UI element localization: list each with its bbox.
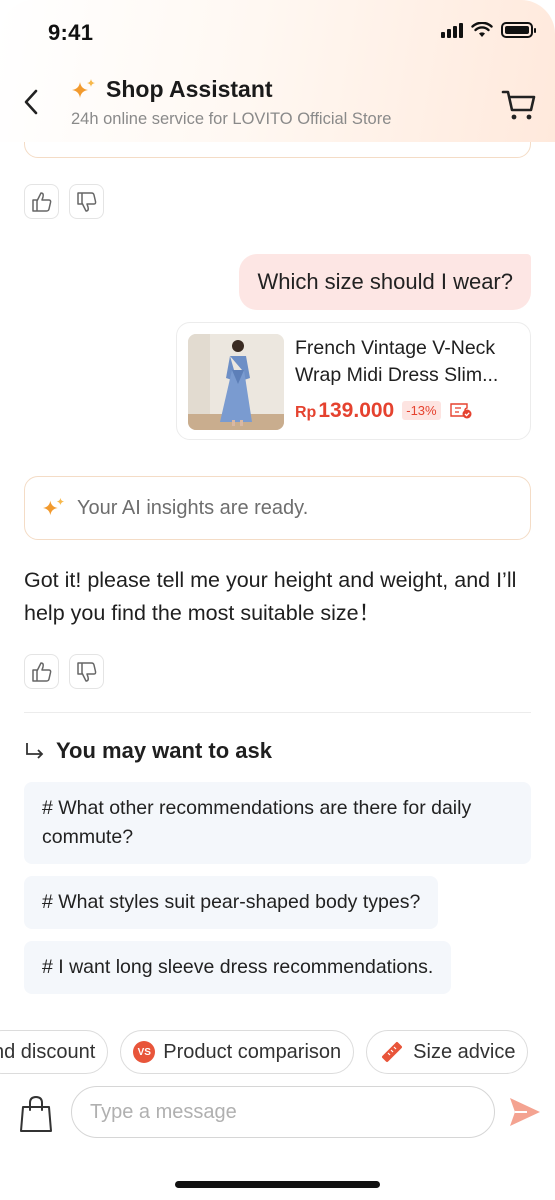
cart-icon xyxy=(501,90,536,120)
quick-action-discount[interactable]: nd discount xyxy=(0,1030,109,1074)
chat-screen: 9:41 Shop Assistant 24h online service f… xyxy=(0,0,555,1200)
sparkle-icon xyxy=(43,497,65,516)
product-name-line1: French Vintage V-Neck xyxy=(295,337,496,359)
back-button[interactable] xyxy=(14,84,48,120)
product-name-line2: Wrap Midi Dress Slim... xyxy=(295,364,499,386)
header: 9:41 Shop Assistant 24h online service f… xyxy=(0,0,555,142)
thumbs-up-button[interactable] xyxy=(24,184,59,219)
thumbs-up-icon xyxy=(31,191,51,212)
product-card[interactable]: French Vintage V-Neck Wrap Midi Dress Sl… xyxy=(176,322,531,440)
suggestions-header: You may want to ask xyxy=(24,738,272,764)
quick-actions: nd discount VS Product comparison Size a… xyxy=(0,1030,529,1074)
previous-message-bubble xyxy=(24,142,531,158)
sparkle-icon xyxy=(72,78,95,98)
divider xyxy=(24,712,531,713)
quick-action-label: nd discount xyxy=(0,1040,96,1063)
page-subtitle: 24h online service for LOVITO Official S… xyxy=(71,110,392,128)
feedback-row xyxy=(24,654,104,689)
price-currency: Rp xyxy=(295,404,317,421)
title-row: Shop Assistant xyxy=(70,76,273,103)
thumbs-up-icon xyxy=(31,661,51,682)
cart-button[interactable] xyxy=(499,84,539,124)
quick-action-product-comparison[interactable]: VS Product comparison xyxy=(120,1030,355,1074)
price-value: 139.000 xyxy=(318,399,395,422)
page-title: Shop Assistant xyxy=(106,76,273,102)
quick-action-label: Product comparison xyxy=(163,1040,342,1063)
suggestions-title: You may want to ask xyxy=(56,738,272,763)
discount-badge: -13% xyxy=(402,401,441,420)
ai-insights-text: Your AI insights are ready. xyxy=(77,496,309,519)
quick-action-label: Size advice xyxy=(413,1040,516,1063)
shopping-bag-icon xyxy=(20,1095,52,1132)
user-message: Which size should I wear? xyxy=(239,254,531,310)
suggestion-chip[interactable]: # What styles suit pear-shaped body type… xyxy=(24,876,439,929)
thumbs-down-icon xyxy=(76,191,96,212)
battery-icon xyxy=(501,22,536,38)
feedback-row xyxy=(24,184,104,219)
chat-area[interactable]: Which size should I wear? French Vintage… xyxy=(0,142,555,1020)
home-indicator xyxy=(175,1181,380,1188)
product-image xyxy=(188,334,284,430)
chevron-left-icon xyxy=(24,89,38,115)
price-row: Rp 139.000 -13% xyxy=(295,399,473,423)
thumbs-down-button[interactable] xyxy=(69,654,104,689)
suggestion-chip[interactable]: # What other recommendations are there f… xyxy=(24,782,531,864)
message-input[interactable] xyxy=(71,1086,495,1138)
shopping-bag-button[interactable] xyxy=(18,1094,54,1134)
quick-action-size-advice[interactable]: Size advice xyxy=(366,1030,529,1074)
suggestion-chip[interactable]: # I want long sleeve dress recommendatio… xyxy=(24,941,452,994)
ruler-icon xyxy=(382,1042,403,1062)
ai-insights-banner[interactable]: Your AI insights are ready. xyxy=(24,476,531,540)
composer: nd discount VS Product comparison Size a… xyxy=(0,1018,555,1200)
arrow-turn-right-icon xyxy=(26,743,44,759)
product-name: French Vintage V-Neck Wrap Midi Dress Sl… xyxy=(295,335,520,389)
assistant-message: Got it! please tell me your height and w… xyxy=(24,568,517,625)
send-icon xyxy=(510,1098,540,1126)
status-icons xyxy=(441,22,536,38)
thumbs-down-button[interactable] xyxy=(69,184,104,219)
thumbs-up-button[interactable] xyxy=(24,654,59,689)
vs-icon: VS xyxy=(133,1041,156,1063)
dress-image xyxy=(188,334,284,430)
thumbs-down-icon xyxy=(76,661,96,682)
status-time: 9:41 xyxy=(48,20,94,45)
wifi-icon xyxy=(471,22,493,37)
signal-icon xyxy=(441,22,463,38)
send-button[interactable] xyxy=(507,1094,543,1130)
coupon-icon xyxy=(449,403,472,419)
